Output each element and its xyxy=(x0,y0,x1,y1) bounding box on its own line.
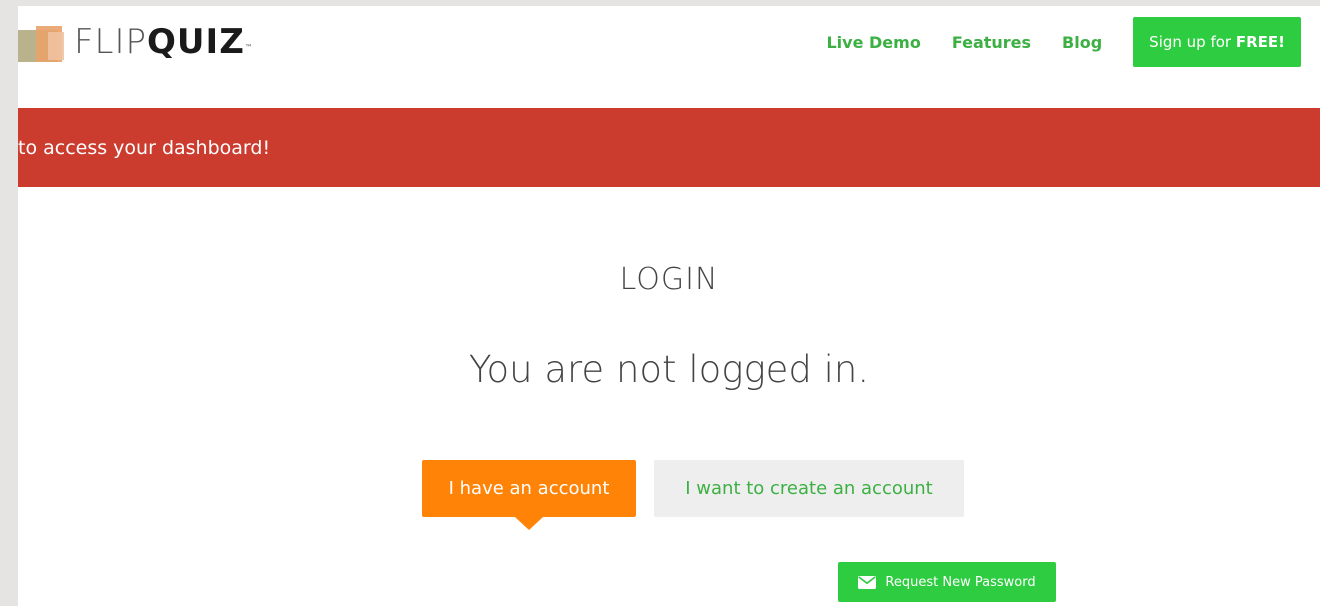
logo-mark-icon xyxy=(18,20,70,64)
alert-banner: to access your dashboard! xyxy=(18,108,1320,187)
create-account-label: I want to create an account xyxy=(685,478,933,499)
nav-link-live-demo[interactable]: Live Demo xyxy=(826,33,920,52)
logo-part-flip: FLIP xyxy=(74,22,148,62)
login-status-text: You are not logged in. xyxy=(468,348,870,391)
top-nav: Live Demo Features Blog Sign up for FREE… xyxy=(826,6,1320,78)
signup-emphasis: FREE! xyxy=(1235,33,1285,51)
nav-link-blog[interactable]: Blog xyxy=(1062,33,1102,52)
alert-text: to access your dashboard! xyxy=(18,136,271,159)
active-tab-caret-icon xyxy=(515,517,543,530)
logo[interactable]: FLIPQUIZ™ xyxy=(18,20,254,64)
signup-prefix: Sign up for xyxy=(1149,33,1236,51)
nav-link-features[interactable]: Features xyxy=(952,33,1031,52)
logo-part-quiz: QUIZ xyxy=(147,22,245,62)
page: FLIPQUIZ™ Live Demo Features Blog Sign u… xyxy=(18,6,1320,606)
envelope-icon xyxy=(858,575,877,589)
logo-trademark: ™ xyxy=(244,43,254,52)
signup-button[interactable]: Sign up for FREE! xyxy=(1133,17,1301,67)
create-account-tab[interactable]: I want to create an account xyxy=(654,460,964,517)
logo-wordmark: FLIPQUIZ™ xyxy=(74,20,254,64)
have-account-label: I have an account xyxy=(448,478,610,499)
request-new-password-button[interactable]: Request New Password xyxy=(838,562,1056,602)
page-title: LOGIN xyxy=(619,262,719,297)
have-account-tab[interactable]: I have an account xyxy=(422,460,636,530)
request-new-password-label: Request New Password xyxy=(885,574,1036,590)
